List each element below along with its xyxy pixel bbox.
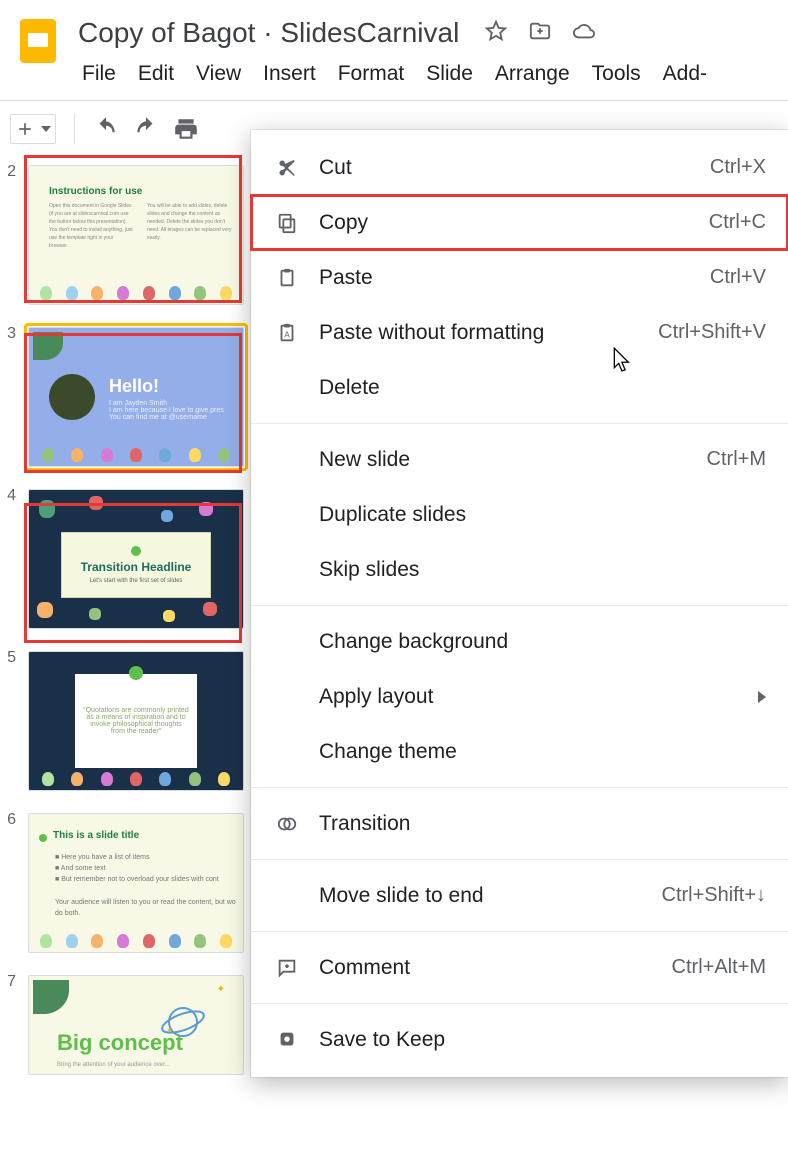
ctx-change-theme[interactable]: Change theme: [251, 724, 788, 779]
ctx-label: Transition: [319, 812, 410, 836]
menu-insert[interactable]: Insert: [263, 62, 316, 86]
slide-panel: 2 Instructions for use Open this documen…: [0, 153, 258, 1155]
ctx-cut[interactable]: Cut Ctrl+X: [251, 140, 788, 195]
slide-thumb-3[interactable]: 3 Hello! I am Jayden SmithI am here beca…: [0, 323, 252, 471]
menu-edit[interactable]: Edit: [138, 62, 174, 86]
menu-slide[interactable]: Slide: [426, 62, 473, 86]
ctx-label: Skip slides: [319, 558, 419, 582]
new-slide-button[interactable]: [10, 114, 56, 144]
context-menu: Cut Ctrl+X Copy Ctrl+C Paste Ctrl+V A Pa…: [251, 130, 788, 1077]
ctx-label: New slide: [319, 448, 410, 472]
toolbar-separator: [74, 114, 75, 144]
clipboard-icon: [273, 267, 301, 289]
undo-button[interactable]: [93, 116, 119, 142]
menu-file[interactable]: File: [82, 62, 116, 86]
menu-format[interactable]: Format: [338, 62, 405, 86]
ctx-new-slide[interactable]: New slide Ctrl+M: [251, 432, 788, 487]
document-title[interactable]: Copy of Bagot · SlidesCarnival: [78, 17, 459, 49]
ctx-separator: [251, 423, 788, 424]
slide-thumb-4[interactable]: 4 Transition Headline Let's start with t…: [0, 485, 252, 633]
avatar: [49, 374, 95, 420]
ctx-skip[interactable]: Skip slides: [251, 542, 788, 597]
menu-arrange[interactable]: Arrange: [495, 62, 570, 86]
keep-icon: [273, 1029, 301, 1051]
ctx-label: Change theme: [319, 740, 457, 764]
ctx-separator: [251, 605, 788, 606]
ctx-shortcut: Ctrl+Alt+M: [672, 956, 766, 979]
ctx-label: Paste without formatting: [319, 321, 544, 345]
ctx-label: Delete: [319, 376, 380, 400]
ctx-shortcut: Ctrl+M: [707, 448, 766, 471]
slide-thumb-2[interactable]: 2 Instructions for use Open this documen…: [0, 161, 252, 309]
print-button[interactable]: [173, 116, 199, 142]
star-icon[interactable]: [485, 20, 507, 47]
redo-button[interactable]: [133, 116, 159, 142]
ctx-transition[interactable]: Transition: [251, 796, 788, 851]
ctx-move-end[interactable]: Move slide to end Ctrl+Shift+↓: [251, 868, 788, 923]
cloud-icon[interactable]: [573, 20, 595, 47]
menu-tools[interactable]: Tools: [592, 62, 641, 86]
ctx-label: Save to Keep: [319, 1028, 445, 1052]
ctx-label: Apply layout: [319, 685, 433, 709]
ctx-shortcut: Ctrl+X: [710, 156, 766, 179]
ctx-separator: [251, 859, 788, 860]
ctx-label: Duplicate slides: [319, 503, 466, 527]
ctx-label: Paste: [319, 266, 373, 290]
slide-thumb-7[interactable]: 7 ✦ ✦ Big concept Bring the attention of…: [0, 971, 252, 1079]
ctx-label: Cut: [319, 156, 352, 180]
ctx-apply-layout[interactable]: Apply layout: [251, 669, 788, 724]
chevron-right-icon: [758, 691, 766, 703]
svg-text:A: A: [284, 330, 290, 339]
copy-icon: [273, 212, 301, 234]
ctx-separator: [251, 787, 788, 788]
move-icon[interactable]: [529, 20, 551, 47]
ctx-shortcut: Ctrl+V: [710, 266, 766, 289]
ctx-duplicate[interactable]: Duplicate slides: [251, 487, 788, 542]
ctx-delete[interactable]: Delete: [251, 360, 788, 415]
ctx-paste[interactable]: Paste Ctrl+V: [251, 250, 788, 305]
ctx-label: Change background: [319, 630, 508, 654]
slide-thumb-6[interactable]: 6 This is a slide title ■ Here you have …: [0, 809, 252, 957]
ctx-shortcut: Ctrl+Shift+↓: [662, 884, 766, 907]
ctx-label: Move slide to end: [319, 884, 484, 908]
ctx-paste-plain[interactable]: A Paste without formatting Ctrl+Shift+V: [251, 305, 788, 360]
ctx-shortcut: Ctrl+C: [709, 211, 766, 234]
menu-view[interactable]: View: [196, 62, 241, 86]
ctx-shortcut: Ctrl+Shift+V: [658, 321, 766, 344]
transition-icon: [273, 813, 301, 835]
ctx-label: Comment: [319, 956, 410, 980]
menu-bar: File Edit View Insert Format Slide Arran…: [0, 56, 788, 96]
ctx-separator: [251, 1003, 788, 1004]
scissors-icon: [273, 157, 301, 179]
ctx-label: Copy: [319, 211, 368, 235]
google-slides-icon[interactable]: [14, 15, 62, 63]
comment-icon: [273, 957, 301, 979]
slide-thumb-5[interactable]: 5 “Quotations are commonly printed as a …: [0, 647, 252, 795]
menu-addons[interactable]: Add-: [663, 62, 707, 86]
ctx-copy[interactable]: Copy Ctrl+C: [251, 195, 788, 250]
ctx-comment[interactable]: Comment Ctrl+Alt+M: [251, 940, 788, 995]
ctx-save-keep[interactable]: Save to Keep: [251, 1012, 788, 1067]
ctx-separator: [251, 931, 788, 932]
ctx-change-background[interactable]: Change background: [251, 614, 788, 669]
clipboard-text-icon: A: [273, 322, 301, 344]
